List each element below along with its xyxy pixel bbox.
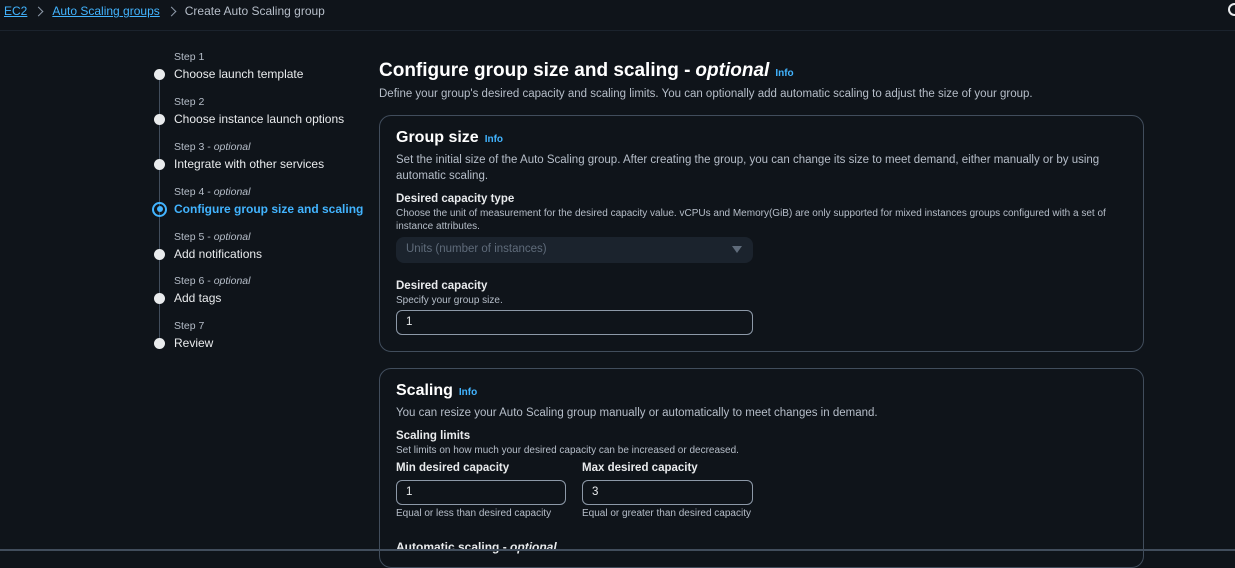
caret-down-icon	[732, 246, 742, 253]
desired-capacity-input[interactable]: 1	[396, 310, 753, 335]
group-size-info-link[interactable]: Info	[485, 134, 503, 145]
step-label: Step 7	[174, 320, 204, 332]
capacity-type-description: Choose the unit of measurement for the d…	[396, 207, 1116, 233]
step-title[interactable]: Choose instance launch options	[174, 112, 344, 126]
page-info-link[interactable]: Info	[775, 68, 793, 79]
step-7[interactable]: Step 7 Review	[152, 320, 362, 365]
step-5[interactable]: Step 5 - optional Add notifications	[152, 231, 362, 276]
min-capacity-label: Min desired capacity	[396, 462, 509, 474]
scaling-header: Scaling Info	[396, 382, 477, 400]
step-title[interactable]: Integrate with other services	[174, 157, 324, 171]
page-description: Define your group's desired capacity and…	[379, 88, 1144, 100]
step-indicator-icon	[154, 249, 165, 260]
step-indicator-icon	[154, 114, 165, 125]
header-divider	[0, 30, 1235, 31]
chevron-right-icon	[34, 6, 44, 16]
step-title[interactable]: Review	[174, 336, 213, 350]
step-title[interactable]: Add tags	[174, 291, 221, 305]
desired-capacity-label: Desired capacity	[396, 280, 487, 292]
main-content: Configure group size and scaling - optio…	[379, 60, 1144, 100]
automatic-scaling-title: Automatic scaling - optional	[396, 540, 557, 554]
desired-capacity-description: Specify your group size.	[396, 294, 503, 307]
step-active-indicator-icon	[152, 202, 167, 217]
step-indicator-icon	[154, 69, 165, 80]
scaling-limits-description: Set limits on how much your desired capa…	[396, 444, 739, 457]
step-label: Step 5 - optional	[174, 231, 250, 243]
breadcrumb: EC2 Auto Scaling groups Create Auto Scal…	[4, 3, 325, 19]
step-indicator-icon	[154, 338, 165, 349]
capacity-type-label: Desired capacity type	[396, 193, 514, 205]
page-title: Configure group size and scaling - optio…	[379, 60, 1144, 82]
group-size-title: Group size	[396, 129, 479, 147]
scaling-limits-label: Scaling limits	[396, 430, 470, 442]
min-capacity-input[interactable]: 1	[396, 480, 566, 505]
capacity-type-value: Units (number of instances)	[406, 243, 547, 255]
page-title-text: Configure group size and scaling -	[379, 60, 690, 82]
max-capacity-label: Max desired capacity	[582, 462, 698, 474]
step-indicator-icon	[154, 159, 165, 170]
scaling-info-link[interactable]: Info	[459, 387, 477, 398]
group-size-header: Group size Info	[396, 129, 503, 147]
step-1[interactable]: Step 1 Choose launch template	[152, 51, 362, 96]
capacity-type-select: Units (number of instances)	[396, 237, 753, 263]
step-label: Step 4 - optional	[174, 186, 250, 198]
scaling-description: You can resize your Auto Scaling group m…	[396, 405, 1116, 421]
step-6[interactable]: Step 6 - optional Add tags	[152, 275, 362, 320]
wizard-steps-nav: Step 1 Choose launch template Step 2 Cho…	[152, 51, 362, 365]
step-4-active[interactable]: Step 4 - optional Configure group size a…	[152, 186, 362, 231]
step-label: Step 2	[174, 96, 204, 108]
step-label: Step 1	[174, 51, 204, 63]
chevron-right-icon	[166, 6, 176, 16]
breadcrumb-ec2-link[interactable]: EC2	[4, 4, 27, 18]
step-title[interactable]: Configure group size and scaling	[174, 202, 363, 216]
max-capacity-input[interactable]: 3	[582, 480, 753, 505]
step-2[interactable]: Step 2 Choose instance launch options	[152, 96, 362, 141]
search-icon[interactable]	[1228, 3, 1235, 16]
breadcrumb-asg-link[interactable]: Auto Scaling groups	[52, 4, 159, 18]
breadcrumb-current: Create Auto Scaling group	[185, 4, 325, 18]
step-3[interactable]: Step 3 - optional Integrate with other s…	[152, 141, 362, 186]
group-size-description: Set the initial size of the Auto Scaling…	[396, 152, 1116, 184]
step-label: Step 6 - optional	[174, 275, 250, 287]
scaling-panel: Scaling Info You can resize your Auto Sc…	[379, 368, 1144, 568]
group-size-panel: Group size Info Set the initial size of …	[379, 115, 1144, 352]
step-indicator-icon	[154, 293, 165, 304]
step-title[interactable]: Choose launch template	[174, 67, 303, 81]
scaling-title: Scaling	[396, 382, 453, 400]
max-capacity-hint: Equal or greater than desired capacity	[582, 508, 751, 519]
step-label: Step 3 - optional	[174, 141, 250, 153]
step-title[interactable]: Add notifications	[174, 247, 262, 261]
page-title-optional: optional	[695, 60, 769, 82]
min-capacity-hint: Equal or less than desired capacity	[396, 508, 551, 519]
